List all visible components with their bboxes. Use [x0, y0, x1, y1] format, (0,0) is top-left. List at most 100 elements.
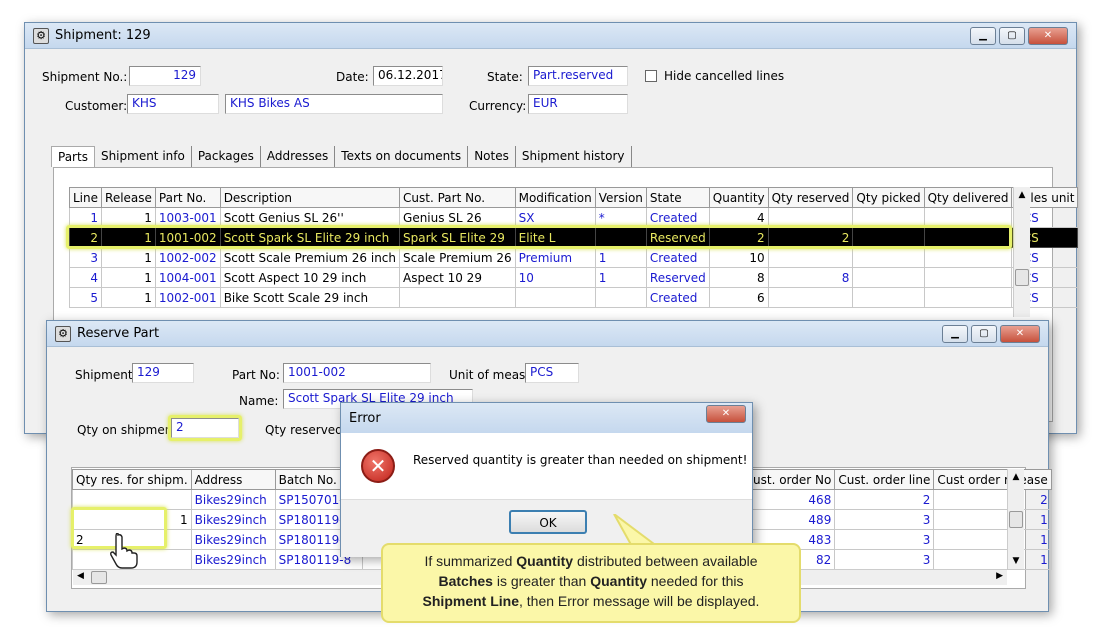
col-header-cust-part-no[interactable]: Cust. Part No.	[399, 187, 516, 208]
cell-address[interactable]: Bikes29inch	[190, 529, 276, 550]
minimize-button[interactable]: ▁	[970, 27, 996, 45]
cell-qty-picked[interactable]	[852, 287, 925, 308]
cell-version[interactable]: 1	[594, 247, 647, 268]
col-header-cust-order-no[interactable]: ust. order No	[748, 469, 836, 490]
cell-description[interactable]: Scott Genius SL 26''	[219, 207, 401, 228]
cell-qty-picked[interactable]	[852, 227, 925, 248]
cell-modification[interactable]	[514, 287, 596, 308]
tab-packages[interactable]: Packages	[192, 146, 261, 167]
cell-cust-part-no[interactable]: Spark SL Elite 29	[399, 227, 516, 248]
cell-part-no[interactable]: 1004-001	[154, 267, 221, 288]
cell-line[interactable]: 1	[68, 207, 103, 228]
cell-cust-order-no[interactable]: 489	[748, 509, 836, 530]
cell-modification[interactable]: Elite L	[514, 227, 596, 248]
hide-cancelled-checkbox[interactable]	[645, 70, 657, 82]
cell-qty-delivered[interactable]	[923, 207, 1013, 228]
cell-modification[interactable]: SX	[514, 207, 596, 228]
cell-release[interactable]: 1	[101, 267, 156, 288]
cell-qty-reserved[interactable]	[767, 207, 854, 228]
tab-shipment-history[interactable]: Shipment history	[516, 146, 632, 167]
cell-cust-order-line[interactable]: 3	[834, 509, 935, 530]
table-row[interactable]: 3 1 1002-002 Scott Scale Premium 26 inch…	[68, 247, 1079, 268]
table-row[interactable]: 1 Bikes29inch SP180119-10	[72, 509, 363, 530]
maximize-button[interactable]: ▢	[971, 325, 997, 343]
cell-release[interactable]: 1	[101, 207, 156, 228]
cell-quantity[interactable]: 8	[708, 267, 769, 288]
col-header-modification[interactable]: Modification	[514, 187, 596, 208]
cell-cust-order-line[interactable]: 2	[834, 489, 935, 510]
hscroll-thumb[interactable]	[91, 571, 107, 584]
cell-quantity[interactable]: 10	[708, 247, 769, 268]
cell-cust-order-line[interactable]: 3	[834, 549, 935, 570]
table-row[interactable]: 5 1 1002-001 Bike Scott Scale 29 inch Cr…	[68, 287, 1079, 308]
cell-part-no[interactable]: 1003-001	[154, 207, 221, 228]
cell-line[interactable]: 3	[68, 247, 103, 268]
tab-notes[interactable]: Notes	[468, 146, 516, 167]
cell-version[interactable]	[594, 287, 647, 308]
col-header-line[interactable]: Line	[68, 187, 103, 208]
ok-button[interactable]: OK	[509, 510, 587, 534]
cell-modification[interactable]: 10	[514, 267, 596, 288]
col-header-qty-delivered[interactable]: Qty delivered	[923, 187, 1013, 208]
cell-description[interactable]: Bike Scott Scale 29 inch	[219, 287, 401, 308]
col-header-qty-res[interactable]: Qty res. for shipm.	[72, 469, 192, 490]
cell-cust-order-release[interactable]: 1	[933, 509, 1052, 530]
col-header-state[interactable]: State	[645, 187, 710, 208]
cell-description[interactable]: Scott Aspect 10 29 inch	[219, 267, 401, 288]
cell-qty-delivered[interactable]	[923, 287, 1013, 308]
cell-description[interactable]: Scott Spark SL Elite 29 inch	[219, 227, 401, 248]
cell-state[interactable]: Created	[645, 207, 710, 228]
cell-qty-reserved[interactable]: 2	[767, 227, 854, 248]
shipment-no-field[interactable]: 129	[129, 66, 201, 86]
cell-cust-order-line[interactable]: 3	[834, 529, 935, 550]
cell-modification[interactable]: Premium	[514, 247, 596, 268]
scroll-thumb[interactable]	[1015, 269, 1029, 286]
col-header-cust-order-line[interactable]: Cust. order line	[834, 469, 935, 490]
cell-qty-res[interactable]	[72, 489, 192, 510]
cell-qty-picked[interactable]	[852, 207, 925, 228]
cell-description[interactable]: Scott Scale Premium 26 inch	[219, 247, 401, 268]
cell-version[interactable]	[594, 227, 647, 248]
cell-qty-delivered[interactable]	[923, 267, 1013, 288]
cell-cust-part-no[interactable]	[399, 287, 516, 308]
cell-state[interactable]: Reserved	[645, 227, 710, 248]
cell-qty-picked[interactable]	[852, 267, 925, 288]
close-button[interactable]: ✕	[1028, 27, 1068, 45]
cell-cust-order-release[interactable]: 1	[933, 529, 1052, 550]
scroll-up-arrow-icon[interactable]: ▲	[1014, 187, 1030, 203]
cell-cust-order-no[interactable]: 468	[748, 489, 836, 510]
cell-qty-res[interactable]: 1	[72, 509, 192, 530]
cell-part-no[interactable]: 1002-001	[154, 287, 221, 308]
scroll-right-arrow-icon[interactable]: ▶	[996, 571, 1003, 581]
table-row[interactable]: 468 2 2	[748, 489, 1052, 510]
cell-release[interactable]: 1	[101, 287, 156, 308]
cell-address[interactable]: Bikes29inch	[190, 489, 276, 510]
tab-shipment-info[interactable]: Shipment info	[95, 146, 192, 167]
col-header-release[interactable]: Release	[101, 187, 156, 208]
cell-version[interactable]: *	[594, 207, 647, 228]
table-row[interactable]: 4 1 1004-001 Scott Aspect 10 29 inch Asp…	[68, 267, 1079, 288]
col-header-version[interactable]: Version	[594, 187, 647, 208]
cell-state[interactable]: Reserved	[645, 267, 710, 288]
cell-quantity[interactable]: 2	[708, 227, 769, 248]
cell-cust-part-no[interactable]: Scale Premium 26	[399, 247, 516, 268]
cell-cust-order-release[interactable]: 2	[933, 489, 1052, 510]
close-button[interactable]: ✕	[706, 405, 746, 423]
table-row[interactable]: 1 1 1003-001 Scott Genius SL 26'' Genius…	[68, 207, 1079, 228]
cell-quantity[interactable]: 4	[708, 207, 769, 228]
cell-part-no[interactable]: 1001-002	[154, 227, 221, 248]
cell-release[interactable]: 1	[101, 227, 156, 248]
cell-qty-delivered[interactable]	[923, 227, 1013, 248]
scroll-down-arrow-icon[interactable]: ▼	[1008, 553, 1024, 569]
cell-state[interactable]: Created	[645, 287, 710, 308]
parts-grid-scrollbar[interactable]: ▲	[1013, 187, 1030, 317]
col-header-qty-picked[interactable]: Qty picked	[852, 187, 925, 208]
cell-release[interactable]: 1	[101, 247, 156, 268]
minimize-button[interactable]: ▁	[942, 325, 968, 343]
col-header-description[interactable]: Description	[219, 187, 401, 208]
cell-version[interactable]: 1	[594, 267, 647, 288]
cell-cust-part-no[interactable]: Genius SL 26	[399, 207, 516, 228]
cell-address[interactable]: Bikes29inch	[190, 549, 276, 570]
cell-line[interactable]: 5	[68, 287, 103, 308]
scroll-left-arrow-icon[interactable]: ◀	[77, 571, 84, 581]
